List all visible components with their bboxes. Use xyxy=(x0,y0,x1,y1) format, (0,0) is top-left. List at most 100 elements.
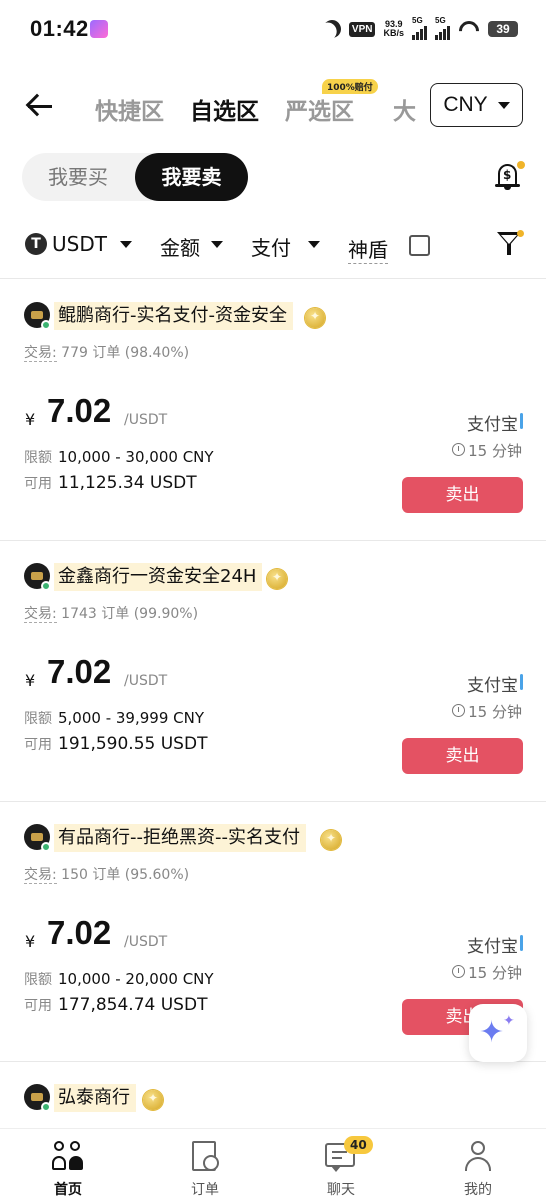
notification-dot xyxy=(517,161,525,169)
tab-selected[interactable]: 严选区 xyxy=(285,92,354,126)
alipay-indicator xyxy=(520,935,523,951)
verified-medal-icon xyxy=(321,830,341,850)
merchant-name[interactable]: 弘泰商行 xyxy=(54,1084,136,1112)
online-status-dot xyxy=(41,581,51,591)
tab-quick[interactable]: 快捷区 xyxy=(95,92,164,126)
online-status-dot xyxy=(41,842,51,852)
limit-label: 限额 xyxy=(24,450,52,466)
order-count: 150 订单 xyxy=(61,867,121,883)
available-row: 可用 191,590.55 USDT xyxy=(24,734,207,754)
alipay-indicator xyxy=(520,413,523,429)
currency-value: CNY xyxy=(443,93,488,116)
available-label: 可用 xyxy=(24,737,52,753)
payment-filter[interactable]: 支付 xyxy=(251,232,291,261)
status-bar: 01:42 VPN 93.9 KB/s 5G 5G 39 xyxy=(0,0,546,60)
ai-assistant-button[interactable]: ✦ ✦ xyxy=(469,1004,527,1062)
tab-large[interactable]: 大 xyxy=(393,92,416,126)
battery-icon: 39 xyxy=(488,21,518,37)
sim2-label: 5G xyxy=(435,16,446,25)
status-time: 01:42 xyxy=(30,16,89,41)
offer-card[interactable]: 金鑫商行一资金安全24H 交易: 1743 订单 (99.90%) ¥ 7.02… xyxy=(0,541,546,801)
app-notification-icon xyxy=(90,20,108,38)
shield-checkbox[interactable] xyxy=(409,235,430,256)
limit-value: 10,000 - 30,000 CNY xyxy=(58,448,214,466)
currency-symbol: ¥ xyxy=(25,671,36,690)
nav-chat-label: 聊天 xyxy=(327,1182,355,1198)
order-count: 1743 订单 xyxy=(61,606,130,622)
merchant-name[interactable]: 鲲鹏商行-实名支付-资金安全 xyxy=(54,302,293,330)
payment-method: 支付宝 xyxy=(467,415,518,435)
back-arrow-icon[interactable] xyxy=(26,92,56,120)
currency-symbol: ¥ xyxy=(25,410,36,429)
sparkle-small-icon: ✦ xyxy=(503,1013,515,1029)
notification-dot xyxy=(517,230,524,237)
sell-button[interactable]: 卖出 xyxy=(402,477,523,513)
nav-profile-label: 我的 xyxy=(464,1182,492,1198)
price: 7.02 xyxy=(47,914,112,951)
shield-filter-label: 神盾 xyxy=(348,234,388,264)
tab-watchlist[interactable]: 自选区 xyxy=(190,92,259,126)
available-label: 可用 xyxy=(24,998,52,1014)
chevron-down-icon xyxy=(497,101,510,109)
limit-label: 限额 xyxy=(24,972,52,988)
available-row: 可用 177,854.74 USDT xyxy=(24,995,207,1015)
signal-icon-sim1: 5G xyxy=(412,16,427,40)
nav-home[interactable]: 首页 xyxy=(18,1129,118,1201)
speed-unit: KB/s xyxy=(383,28,404,38)
filter-bar: T USDT 金额 支付 神盾 xyxy=(0,230,546,264)
limit-row: 限额 10,000 - 20,000 CNY xyxy=(24,969,214,989)
currency-select[interactable]: CNY xyxy=(430,83,523,127)
nav-chat[interactable]: 聊天 xyxy=(291,1129,391,1201)
buy-option[interactable]: 我要买 xyxy=(22,153,134,201)
vpn-badge: VPN xyxy=(348,21,376,37)
limit-row: 限额 5,000 - 39,999 CNY xyxy=(24,708,204,728)
order-icon xyxy=(189,1141,221,1173)
clock-icon xyxy=(452,443,465,456)
merchant-name[interactable]: 有品商行--拒绝黑资--实名支付 xyxy=(54,824,306,852)
sell-button[interactable]: 卖出 xyxy=(402,738,523,774)
coin-filter[interactable]: USDT xyxy=(52,232,107,256)
verified-medal-icon xyxy=(143,1090,163,1110)
bottom-navigation: 首页 订单 聊天 我的 xyxy=(0,1128,546,1201)
price: 7.02 xyxy=(47,392,112,429)
limit-value: 10,000 - 20,000 CNY xyxy=(58,970,214,988)
clock-icon xyxy=(452,965,465,978)
offer-card[interactable]: 鲲鹏商行-实名支付-资金安全 交易: 779 订单 (98.40%) ¥ 7.0… xyxy=(0,280,546,540)
payment-method: 支付宝 xyxy=(467,937,518,957)
buy-sell-toggle: 我要买 我要卖 xyxy=(22,153,248,201)
available-row: 可用 11,125.34 USDT xyxy=(24,473,197,493)
available-value: 177,854.74 USDT xyxy=(58,995,208,1015)
nav-profile[interactable]: 我的 xyxy=(428,1129,528,1201)
clock-icon xyxy=(452,704,465,717)
limit-label: 限额 xyxy=(24,711,52,727)
offer-card[interactable]: 有品商行--拒绝黑资--实名支付 交易: 150 订单 (95.60%) ¥ 7… xyxy=(0,802,546,1062)
status-indicators: VPN 93.9 KB/s 5G 5G 39 xyxy=(323,16,518,40)
trade-label: 交易: xyxy=(24,606,57,623)
divider xyxy=(0,278,546,279)
offer-card[interactable]: 弘泰商行 xyxy=(0,1062,546,1128)
merchant-name[interactable]: 金鑫商行一资金安全24H xyxy=(54,563,263,591)
trade-stats: 交易: 150 订单 (95.60%) xyxy=(24,864,189,884)
payment-method: 支付宝 xyxy=(467,676,518,696)
completion-rate: (95.60%) xyxy=(124,867,190,883)
payment-time: 15 分钟 xyxy=(468,703,522,721)
payment-time: 15 分钟 xyxy=(468,964,522,982)
signal-icon-sim2: 5G xyxy=(435,16,450,40)
chevron-down-icon xyxy=(308,241,320,248)
price-alert-bell-icon[interactable]: $ xyxy=(494,160,525,192)
amount-filter[interactable]: 金额 xyxy=(160,232,200,261)
wifi-icon xyxy=(458,21,480,37)
nav-orders[interactable]: 订单 xyxy=(155,1129,255,1201)
chevron-down-icon xyxy=(211,241,223,248)
payment-time: 15 分钟 xyxy=(468,442,522,460)
completion-rate: (99.90%) xyxy=(133,606,199,622)
nav-orders-label: 订单 xyxy=(191,1182,219,1198)
trade-label: 交易: xyxy=(24,867,57,884)
trade-label: 交易: xyxy=(24,345,57,362)
tether-icon: T xyxy=(25,233,47,255)
sell-option[interactable]: 我要卖 xyxy=(135,153,248,201)
limit-row: 限额 10,000 - 30,000 CNY xyxy=(24,447,214,467)
verified-medal-icon xyxy=(267,569,287,589)
filter-funnel-icon[interactable] xyxy=(497,230,524,258)
nav-home-label: 首页 xyxy=(54,1182,82,1198)
